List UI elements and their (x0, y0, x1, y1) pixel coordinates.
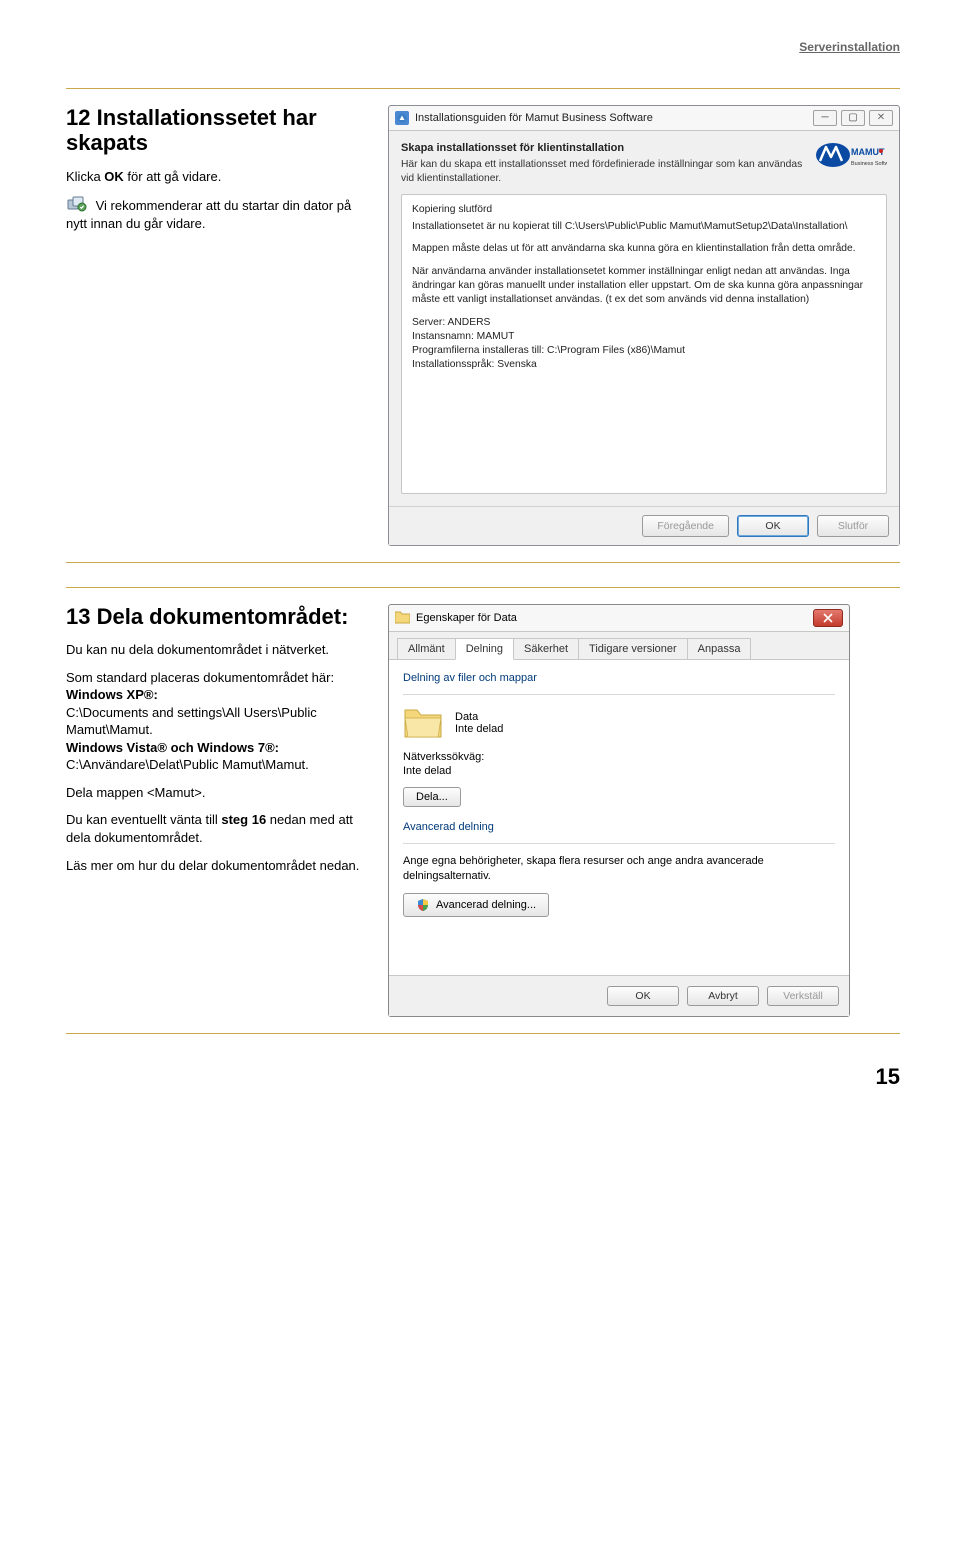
ok-button[interactable]: OK (607, 986, 679, 1006)
advanced-share-label: Avancerad delning... (436, 899, 536, 911)
wizard-instance: Instansnamn: MAMUT (412, 331, 514, 342)
text-bold: Windows Vista® och Windows 7®: (66, 740, 279, 755)
text-bold: Windows XP®: (66, 687, 158, 702)
wizard-section-title: Skapa installationsset för klientinstall… (401, 141, 803, 156)
share-button[interactable]: Dela... (403, 787, 461, 807)
text-bold: steg 16 (221, 812, 266, 827)
section-13-p1: Du kan nu dela dokumentområdet i nätverk… (66, 641, 368, 659)
divider (66, 562, 900, 563)
close-button[interactable]: ✕ (869, 110, 893, 126)
app-icon (395, 111, 409, 125)
wizard-copy-text2: Mappen måste delas ut för att användarna… (412, 242, 876, 256)
folder-icon (395, 611, 410, 624)
wizard-progfiles: Programfilerna installeras till: C:\Prog… (412, 345, 685, 356)
finish-button[interactable]: Slutför (817, 515, 889, 537)
wizard-title: Installationsguiden för Mamut Business S… (415, 111, 807, 126)
section-13-p3: Dela mappen <Mamut>. (66, 784, 368, 802)
tab-anpassa[interactable]: Anpassa (687, 638, 752, 659)
mamut-logo: MAMUT Business Software (813, 141, 887, 179)
wizard-section-subtitle: Här kan du skapa ett installationsset me… (401, 158, 803, 186)
wizard-button-row: Föregående OK Slutför (389, 506, 899, 545)
tab-bar: Allmänt Delning Säkerhet Tidigare versio… (389, 632, 849, 660)
share-info-row: Data Inte delad (403, 705, 835, 741)
wizard-copy-label: Kopiering slutförd (412, 203, 876, 217)
section-13-p2: Som standard placeras dokumentområdet hä… (66, 669, 368, 774)
text: Som standard placeras dokumentområdet hä… (66, 670, 334, 685)
page-header-breadcrumb: Serverinstallation (66, 40, 900, 54)
properties-dialog: Egenskaper för Data Allmänt Delning Säke… (388, 604, 850, 1018)
wizard-titlebar: Installationsguiden för Mamut Business S… (389, 106, 899, 131)
wizard-window: Installationsguiden för Mamut Business S… (388, 105, 900, 546)
group-title-sharing: Delning av filer och mappar (403, 672, 835, 684)
share-name: Data (455, 711, 503, 723)
section-13-title: 13 Dela dokumentområdet: (66, 604, 368, 629)
divider (403, 694, 835, 695)
netpath-value: Inte delad (403, 765, 835, 777)
tab-delning[interactable]: Delning (455, 638, 514, 660)
minimize-button[interactable]: ─ (813, 110, 837, 126)
advanced-share-button[interactable]: Avancerad delning... (403, 893, 549, 917)
divider (66, 587, 900, 588)
wizard-lang: Installationsspråk: Svenska (412, 359, 537, 370)
text: C:\Användare\Delat\Public Mamut\Mamut. (66, 757, 309, 772)
section-12-p1: Klicka OK för att gå vidare. (66, 168, 368, 186)
text: Klicka (66, 169, 104, 184)
tab-content: Delning av filer och mappar Data Inte de… (389, 660, 849, 977)
divider (66, 88, 900, 89)
prev-button[interactable]: Föregående (642, 515, 729, 537)
tab-tidigare-versioner[interactable]: Tidigare versioner (578, 638, 688, 659)
text: Du kan eventuellt vänta till (66, 812, 221, 827)
close-button[interactable] (813, 609, 843, 627)
svg-text:Business Software: Business Software (851, 161, 887, 167)
text-bold: OK (104, 169, 124, 184)
apply-button[interactable]: Verkställ (767, 986, 839, 1006)
netpath-label: Nätverkssökväg: (403, 751, 835, 763)
text: Vi rekommenderar att du startar din dato… (66, 198, 351, 231)
group-title-advanced: Avancerad delning (403, 821, 835, 833)
cancel-button[interactable]: Avbryt (687, 986, 759, 1006)
divider (403, 843, 835, 844)
section-12-p2: Vi rekommenderar att du startar din dato… (66, 195, 368, 232)
text: för att gå vidare. (124, 169, 222, 184)
page-number: 15 (66, 1064, 900, 1090)
section-12-title: 12 Installationssetet har skapats (66, 105, 368, 156)
tab-allmant[interactable]: Allmänt (397, 638, 456, 659)
divider (66, 1033, 900, 1034)
shield-icon (416, 898, 430, 912)
wizard-copy-text: Installationsetet är nu kopierat till C:… (412, 220, 876, 234)
wizard-server: Server: ANDERS (412, 317, 490, 328)
text: C:\Documents and settings\All Users\Publ… (66, 705, 317, 738)
dialog-titlebar: Egenskaper för Data (389, 605, 849, 632)
ok-button[interactable]: OK (737, 515, 809, 537)
section-13-p4: Du kan eventuellt vänta till steg 16 ned… (66, 811, 368, 846)
advanced-share-text: Ange egna behörigheter, skapa flera resu… (403, 854, 835, 884)
maximize-button[interactable]: ▢ (841, 110, 865, 126)
folder-large-icon (403, 705, 443, 741)
wizard-copy-text3: När användarna använder installationsete… (412, 265, 876, 307)
section-13-p5: Läs mer om hur du delar dokumentområdet … (66, 857, 368, 875)
wizard-panel: Kopiering slutförd Installationsetet är … (401, 194, 887, 494)
dialog-title: Egenskaper för Data (416, 612, 807, 624)
tab-sakerhet[interactable]: Säkerhet (513, 638, 579, 659)
share-status: Inte delad (455, 723, 503, 735)
dialog-button-row: OK Avbryt Verkställ (389, 976, 849, 1016)
info-icon (66, 195, 88, 213)
